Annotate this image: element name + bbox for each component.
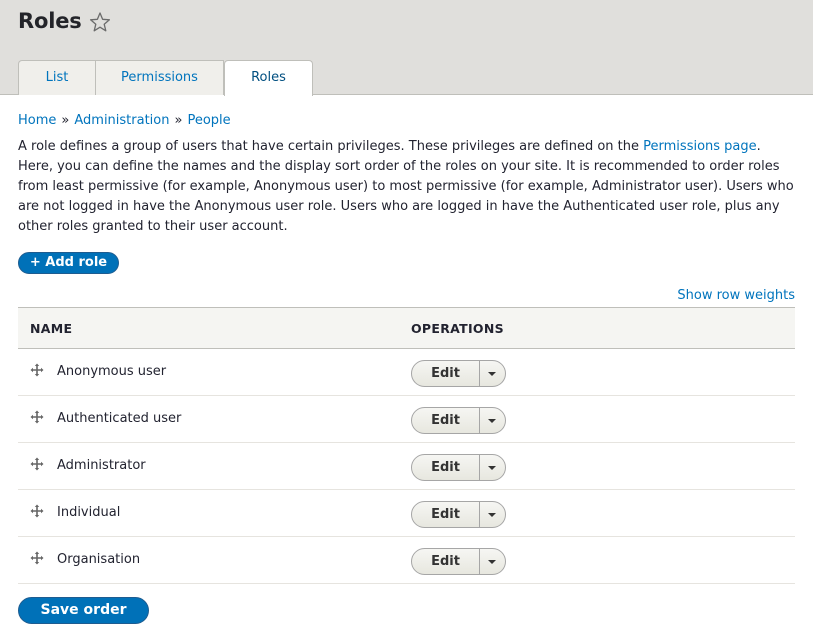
breadcrumb-separator: » bbox=[174, 113, 183, 128]
page-description: A role defines a group of users that hav… bbox=[18, 137, 798, 237]
save-order-button[interactable]: Save order bbox=[18, 597, 149, 624]
edit-button[interactable]: Edit bbox=[412, 361, 480, 386]
operations-dropbutton: Edit bbox=[411, 548, 506, 575]
dropbutton-toggle[interactable] bbox=[480, 361, 505, 386]
dropbutton-toggle[interactable] bbox=[480, 549, 505, 574]
edit-button[interactable]: Edit bbox=[412, 502, 480, 527]
role-name: Administrator bbox=[57, 458, 146, 473]
column-header-name: NAME bbox=[30, 321, 73, 336]
drag-handle-icon[interactable] bbox=[30, 551, 44, 565]
page-title: Roles bbox=[18, 9, 82, 33]
drag-handle-icon[interactable] bbox=[30, 457, 44, 471]
primary-tabs: List Permissions Roles bbox=[18, 60, 313, 96]
role-name: Authenticated user bbox=[57, 411, 182, 426]
chevron-down-icon bbox=[488, 560, 496, 564]
table-header: NAME OPERATIONS bbox=[18, 307, 795, 349]
column-header-operations: OPERATIONS bbox=[411, 321, 504, 336]
operations-dropbutton: Edit bbox=[411, 407, 506, 434]
breadcrumb-administration[interactable]: Administration bbox=[74, 113, 169, 128]
add-role-button[interactable]: + Add role bbox=[18, 252, 119, 274]
permissions-page-link[interactable]: Permissions page bbox=[643, 139, 757, 154]
star-outline-icon[interactable] bbox=[89, 11, 111, 33]
chevron-down-icon bbox=[488, 513, 496, 517]
drag-handle-icon[interactable] bbox=[30, 363, 44, 377]
chevron-down-icon bbox=[488, 372, 496, 376]
edit-button[interactable]: Edit bbox=[412, 549, 480, 574]
breadcrumb-people[interactable]: People bbox=[187, 113, 230, 128]
description-text: A role defines a group of users that hav… bbox=[18, 139, 644, 154]
table-row: Organisation Edit bbox=[18, 537, 795, 584]
table-row: Authenticated user Edit bbox=[18, 396, 795, 443]
operations-dropbutton: Edit bbox=[411, 454, 506, 481]
dropbutton-toggle[interactable] bbox=[480, 455, 505, 480]
role-name: Anonymous user bbox=[57, 364, 167, 379]
page-header: Roles List Permissions Roles bbox=[0, 0, 813, 96]
breadcrumb: Home » Administration » People bbox=[18, 113, 231, 128]
table-body: Anonymous user Edit Authenticated user Edit… bbox=[18, 349, 795, 584]
table-row: Individual Edit bbox=[18, 490, 795, 537]
operations-dropbutton: Edit bbox=[411, 360, 506, 387]
tab-roles[interactable]: Roles bbox=[224, 60, 313, 96]
tab-permissions[interactable]: Permissions bbox=[95, 60, 224, 95]
breadcrumb-home[interactable]: Home bbox=[18, 113, 56, 128]
dropbutton-toggle[interactable] bbox=[480, 502, 505, 527]
dropbutton-toggle[interactable] bbox=[480, 408, 505, 433]
drag-handle-icon[interactable] bbox=[30, 410, 44, 424]
drag-handle-icon[interactable] bbox=[30, 504, 44, 518]
role-name: Individual bbox=[57, 505, 121, 520]
tab-list[interactable]: List bbox=[18, 60, 96, 95]
edit-button[interactable]: Edit bbox=[412, 408, 480, 433]
operations-dropbutton: Edit bbox=[411, 501, 506, 528]
role-name: Organisation bbox=[57, 552, 141, 567]
table-row: Anonymous user Edit bbox=[18, 349, 795, 396]
show-row-weights-link[interactable]: Show row weights bbox=[677, 288, 795, 303]
roles-table: NAME OPERATIONS Anonymous user Edit Authen… bbox=[18, 307, 795, 584]
breadcrumb-separator: » bbox=[61, 113, 70, 128]
edit-button[interactable]: Edit bbox=[412, 455, 480, 480]
chevron-down-icon bbox=[488, 419, 496, 423]
table-row: Administrator Edit bbox=[18, 443, 795, 490]
chevron-down-icon bbox=[488, 466, 496, 470]
